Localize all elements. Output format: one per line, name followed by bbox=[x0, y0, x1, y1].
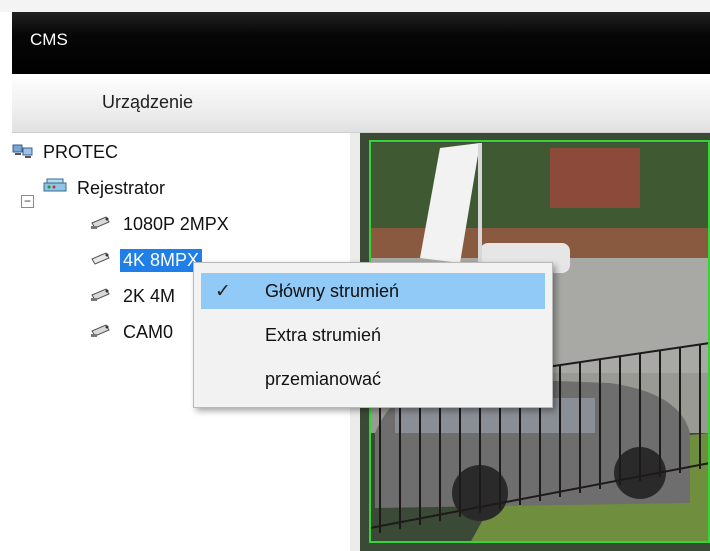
tree-root-label: PROTEC bbox=[43, 141, 119, 162]
network-group-icon bbox=[12, 140, 34, 165]
tree-camera-label: CAM0 bbox=[123, 321, 174, 342]
top-margin bbox=[0, 0, 710, 12]
camera-icon bbox=[88, 213, 114, 236]
menu-item-label: Główny strumień bbox=[265, 280, 400, 301]
camera-icon bbox=[88, 321, 114, 344]
recorder-icon bbox=[42, 176, 68, 201]
menu-item-extra-stream[interactable]: Extra strumień bbox=[201, 317, 545, 353]
menu-item-rename[interactable]: przemianować bbox=[201, 361, 545, 397]
tree-camera-item[interactable]: CAM0 bbox=[88, 319, 176, 345]
tree-expander[interactable]: − bbox=[21, 195, 34, 208]
tree-root-protec[interactable]: PROTEC bbox=[12, 139, 121, 165]
tree-camera-item[interactable]: 1080P 2MPX bbox=[88, 211, 232, 237]
menu-item-label: Extra strumień bbox=[265, 324, 382, 345]
left-margin bbox=[0, 12, 12, 551]
camera-icon bbox=[88, 285, 114, 308]
camera-icon bbox=[88, 249, 114, 272]
tree-recorder-label: Rejestrator bbox=[77, 177, 166, 198]
tree-camera-label: 1080P 2MPX bbox=[123, 213, 229, 234]
tree-camera-item[interactable]: 4K 8MPX bbox=[88, 247, 203, 273]
tab-device[interactable]: Urządzenie bbox=[102, 92, 193, 113]
menu-item-label: przemianować bbox=[265, 368, 382, 389]
toolbar: Urządzenie bbox=[12, 74, 710, 133]
checkmark-icon: ✓ bbox=[215, 280, 231, 302]
context-menu: ✓ Główny strumień Extra strumień przemia… bbox=[193, 262, 553, 408]
title-bar[interactable]: CMS bbox=[12, 12, 710, 74]
tree-node-recorder[interactable]: Rejestrator bbox=[42, 175, 168, 201]
tree-camera-label: 2K 4M bbox=[123, 285, 176, 306]
tree-camera-item[interactable]: 2K 4M bbox=[88, 283, 178, 309]
tree-camera-label-selected: 4K 8MPX bbox=[120, 248, 203, 272]
menu-item-main-stream[interactable]: ✓ Główny strumień bbox=[201, 273, 545, 309]
window-title: CMS bbox=[30, 30, 68, 49]
